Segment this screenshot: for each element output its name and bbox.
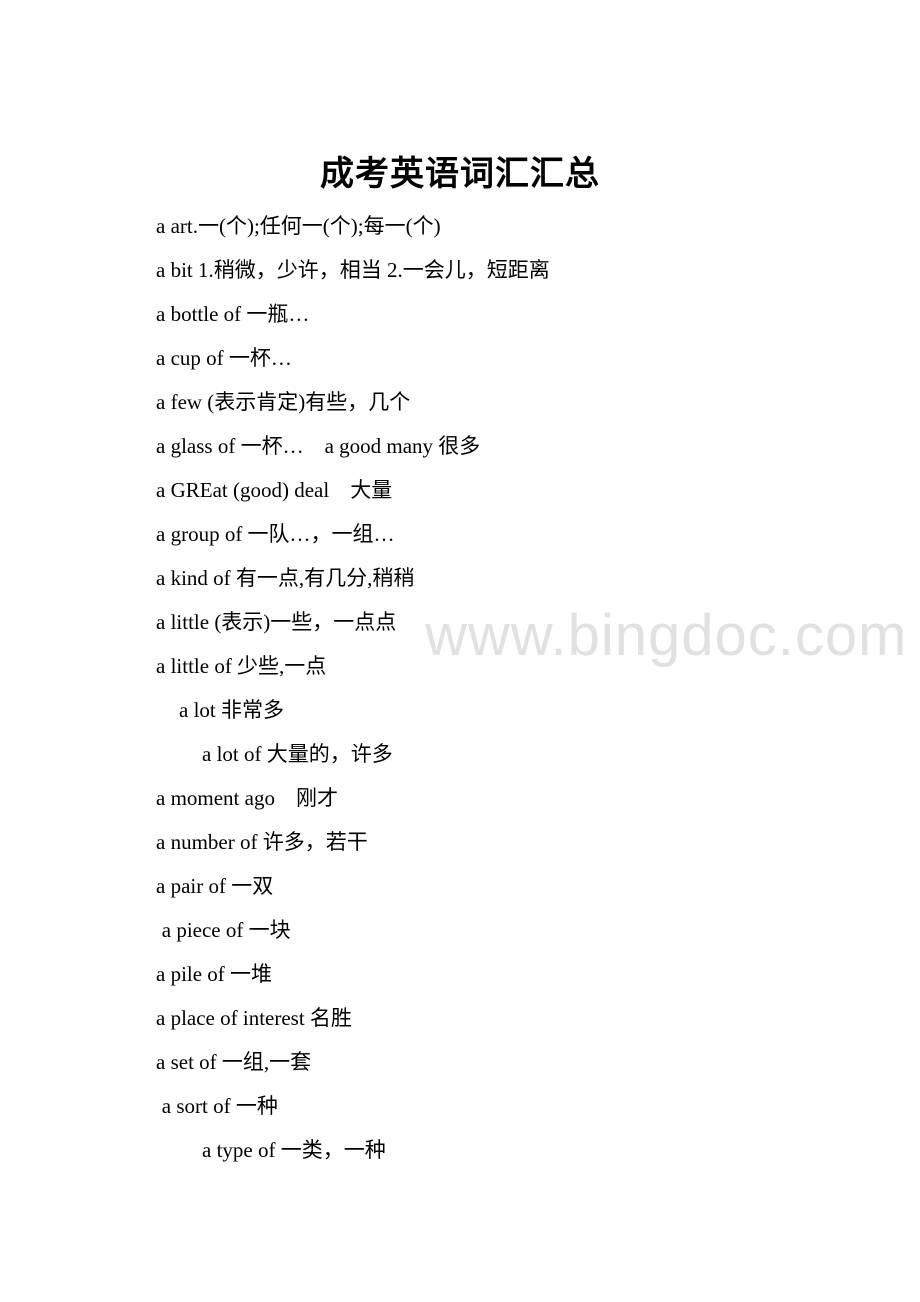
vocabulary-entry: a GREat (good) deal 大量	[156, 478, 393, 502]
vocabulary-entry: a bottle of 一瓶…	[156, 302, 310, 326]
vocabulary-entry: a bit 1.稍微，少许，相当 2.一会儿，短距离	[156, 258, 550, 282]
vocabulary-entry: a lot of 大量的，许多	[202, 742, 393, 766]
vocabulary-entry: a pile of 一堆	[156, 962, 273, 986]
vocabulary-entry: a art.一(个);任何一(个);每一(个)	[156, 214, 441, 238]
vocabulary-entry: a moment ago 刚才	[156, 786, 338, 810]
vocabulary-entry: a few (表示肯定)有些，几个	[156, 390, 411, 414]
vocabulary-entry: a set of 一组,一套	[156, 1050, 312, 1074]
vocabulary-entry: a glass of 一杯… a good many 很多	[156, 434, 481, 458]
document-title: 成考英语词汇汇总	[320, 156, 600, 193]
vocabulary-entry: a group of 一队…，一组…	[156, 522, 395, 546]
vocabulary-entry: a place of interest 名胜	[156, 1006, 352, 1030]
vocabulary-entry: a little of 少些,一点	[156, 654, 327, 678]
vocabulary-entry: a number of 许多，若干	[156, 830, 368, 854]
watermark: www.bingdoc.com	[425, 603, 908, 668]
vocabulary-entry: a cup of 一杯…	[156, 346, 292, 370]
vocabulary-entry: a lot 非常多	[179, 698, 284, 722]
vocabulary-entry: a piece of 一块	[161, 918, 291, 942]
vocabulary-entry: a pair of 一双	[156, 874, 274, 898]
vocabulary-entry: a type of 一类，一种	[202, 1138, 386, 1162]
vocabulary-entry: a little (表示)一些，一点点	[156, 610, 397, 634]
vocabulary-entry: a kind of 有一点,有几分,稍稍	[156, 566, 415, 590]
vocabulary-entry: a sort of 一种	[161, 1094, 278, 1118]
